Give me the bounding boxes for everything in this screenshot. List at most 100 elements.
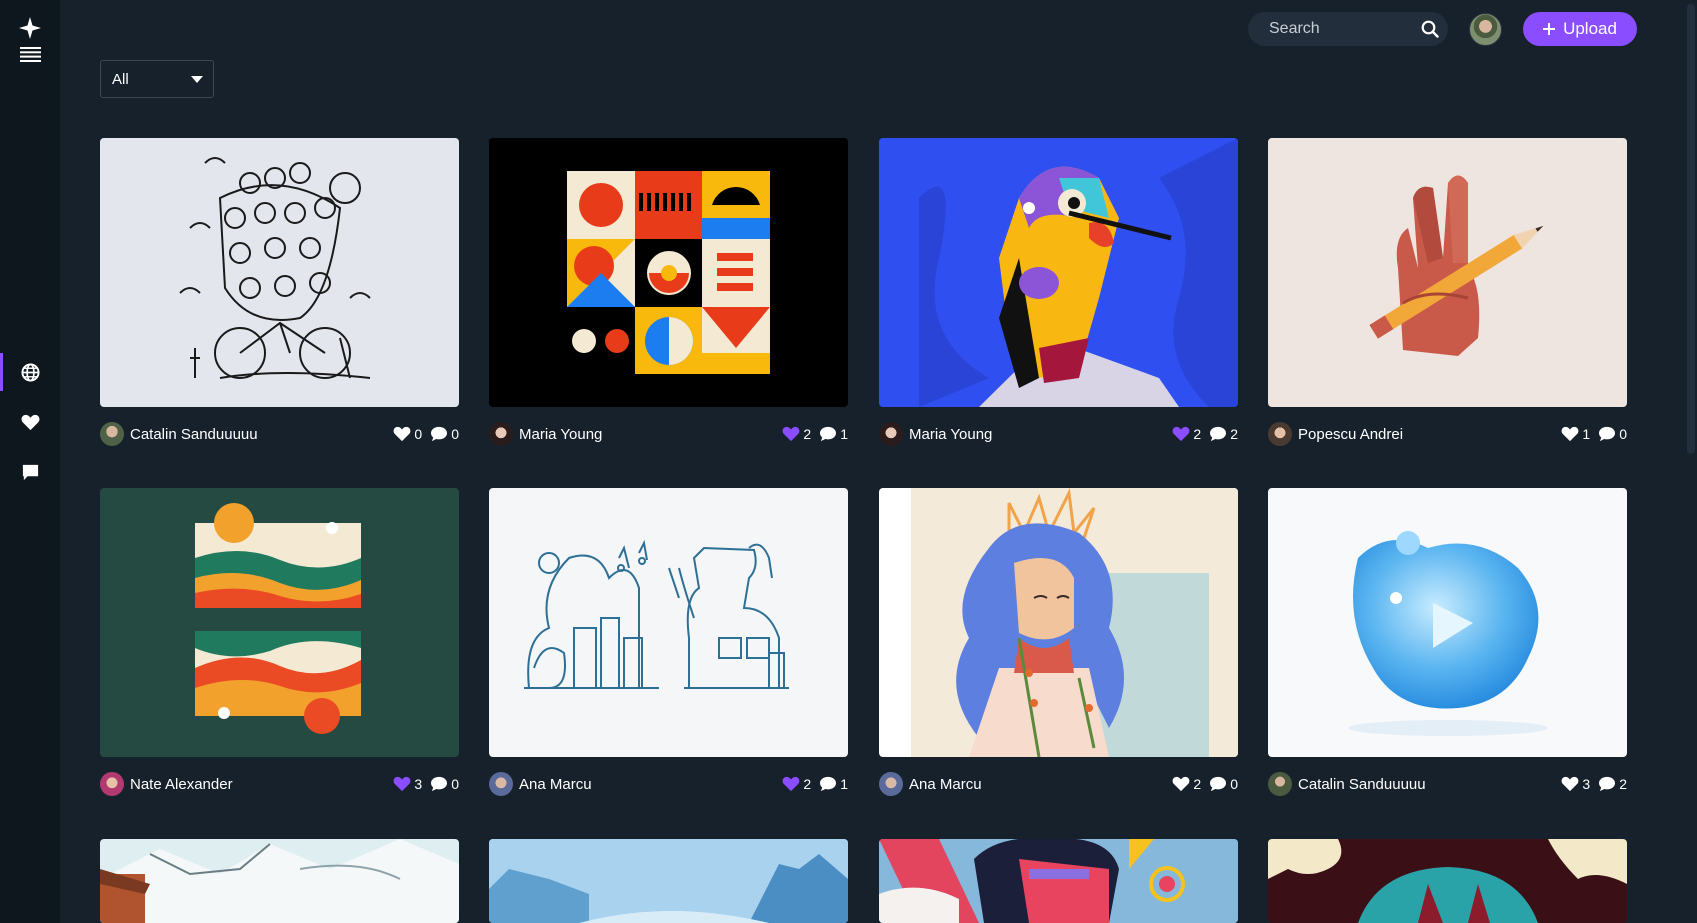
artwork-card[interactable]: Maria Young 2 1 xyxy=(489,138,848,446)
chat-icon xyxy=(22,464,38,480)
comment-count: 1 xyxy=(840,776,848,792)
author-avatar[interactable] xyxy=(1268,772,1292,796)
sidebar-item-favorites[interactable] xyxy=(0,403,60,441)
artwork-card[interactable] xyxy=(489,839,848,923)
artwork-thumbnail[interactable] xyxy=(1268,488,1627,757)
author-name[interactable]: Maria Young xyxy=(909,426,1172,443)
plus-icon xyxy=(1543,23,1556,35)
like-count: 2 xyxy=(1193,426,1202,442)
card-stats: 0 0 xyxy=(393,426,459,442)
artwork-card[interactable] xyxy=(879,839,1238,923)
author-name[interactable]: Ana Marcu xyxy=(519,776,782,793)
artwork-card[interactable]: Nate Alexander 3 0 xyxy=(100,488,459,796)
comment-icon[interactable] xyxy=(430,426,448,442)
heart-icon[interactable] xyxy=(393,776,411,792)
artwork-thumbnail[interactable] xyxy=(1268,839,1627,923)
author-name[interactable]: Ana Marcu xyxy=(909,776,1172,793)
heart-icon[interactable] xyxy=(782,426,800,442)
author-name[interactable]: Catalin Sanduuuuu xyxy=(130,426,393,443)
author-avatar[interactable] xyxy=(1268,422,1292,446)
sparkle-logo-icon[interactable] xyxy=(19,17,41,39)
heart-icon[interactable] xyxy=(393,426,411,442)
artwork-card[interactable]: Ana Marcu 2 1 xyxy=(489,488,848,796)
card-meta: Maria Young 2 2 xyxy=(879,422,1238,446)
heart-icon[interactable] xyxy=(1561,776,1579,792)
card-meta: Ana Marcu 2 0 xyxy=(879,772,1238,796)
comment-count: 2 xyxy=(1230,426,1238,442)
chevron-down-icon xyxy=(191,76,203,83)
like-count: 2 xyxy=(1193,776,1202,792)
author-avatar[interactable] xyxy=(100,772,124,796)
sidebar-item-messages[interactable] xyxy=(0,453,60,491)
search-bar xyxy=(1248,12,1448,46)
hamburger-menu-icon[interactable] xyxy=(20,47,41,62)
artwork-thumbnail[interactable] xyxy=(489,839,848,923)
card-stats: 2 1 xyxy=(782,776,848,792)
card-stats: 1 0 xyxy=(1561,426,1627,442)
comment-count: 0 xyxy=(1230,776,1238,792)
comment-icon[interactable] xyxy=(1209,426,1227,442)
card-stats: 2 2 xyxy=(1172,426,1238,442)
heart-icon[interactable] xyxy=(1172,426,1190,442)
card-meta: Catalin Sanduuuuu 0 0 xyxy=(100,422,459,446)
author-avatar[interactable] xyxy=(489,772,513,796)
author-name[interactable]: Maria Young xyxy=(519,426,782,443)
like-count: 1 xyxy=(1582,426,1591,442)
comment-count: 0 xyxy=(1619,426,1627,442)
author-avatar[interactable] xyxy=(100,422,124,446)
author-avatar[interactable] xyxy=(489,422,513,446)
author-avatar[interactable] xyxy=(879,422,903,446)
search-input[interactable] xyxy=(1269,12,1419,46)
category-filter-select[interactable]: All xyxy=(100,60,214,98)
card-meta: Nate Alexander 3 0 xyxy=(100,772,459,796)
artwork-thumbnail[interactable] xyxy=(100,839,459,923)
heart-icon[interactable] xyxy=(782,776,800,792)
comment-icon[interactable] xyxy=(430,776,448,792)
artwork-card[interactable]: Maria Young 2 2 xyxy=(879,138,1238,446)
scrollbar-thumb[interactable] xyxy=(1687,4,1695,454)
artwork-thumbnail[interactable] xyxy=(100,138,459,407)
comment-icon[interactable] xyxy=(819,426,837,442)
artwork-thumbnail[interactable] xyxy=(100,488,459,757)
artwork-thumbnail[interactable] xyxy=(879,488,1238,757)
card-stats: 2 1 xyxy=(782,426,848,442)
upload-button-label: Upload xyxy=(1563,19,1617,38)
comment-icon[interactable] xyxy=(819,776,837,792)
heart-icon xyxy=(21,414,39,430)
artwork-thumbnail[interactable] xyxy=(489,488,848,757)
author-name[interactable]: Catalin Sanduuuuu xyxy=(1298,776,1561,793)
author-name[interactable]: Nate Alexander xyxy=(130,776,393,793)
comment-icon[interactable] xyxy=(1598,426,1616,442)
artwork-card[interactable]: Catalin Sanduuuuu 3 2 xyxy=(1268,488,1627,796)
like-count: 3 xyxy=(1582,776,1591,792)
sidebar-item-explore[interactable] xyxy=(0,353,60,391)
comment-icon[interactable] xyxy=(1209,776,1227,792)
artwork-thumbnail[interactable] xyxy=(879,839,1238,923)
like-count: 3 xyxy=(414,776,423,792)
author-name[interactable]: Popescu Andrei xyxy=(1298,426,1561,443)
scrollbar[interactable] xyxy=(1684,0,1697,923)
like-count: 0 xyxy=(414,426,423,442)
artwork-thumbnail[interactable] xyxy=(489,138,848,407)
card-stats: 2 0 xyxy=(1172,776,1238,792)
like-count: 2 xyxy=(803,426,812,442)
card-stats: 3 2 xyxy=(1561,776,1627,792)
comment-icon[interactable] xyxy=(1598,776,1616,792)
heart-icon[interactable] xyxy=(1561,426,1579,442)
artwork-thumbnail[interactable] xyxy=(879,138,1238,407)
heart-icon[interactable] xyxy=(1172,776,1190,792)
globe-icon xyxy=(20,362,40,382)
author-avatar[interactable] xyxy=(879,772,903,796)
upload-button[interactable]: Upload xyxy=(1523,12,1637,46)
artwork-thumbnail[interactable] xyxy=(1268,138,1627,407)
comment-count: 0 xyxy=(451,426,459,442)
card-meta: Ana Marcu 2 1 xyxy=(489,772,848,796)
search-icon[interactable] xyxy=(1421,20,1439,38)
artwork-card[interactable]: Popescu Andrei 1 0 xyxy=(1268,138,1627,446)
artwork-card[interactable]: Catalin Sanduuuuu 0 0 xyxy=(100,138,459,446)
user-avatar[interactable] xyxy=(1469,13,1502,46)
artwork-card[interactable] xyxy=(100,839,459,923)
artwork-card[interactable] xyxy=(1268,839,1627,923)
card-stats: 3 0 xyxy=(393,776,459,792)
artwork-card[interactable]: Ana Marcu 2 0 xyxy=(879,488,1238,796)
